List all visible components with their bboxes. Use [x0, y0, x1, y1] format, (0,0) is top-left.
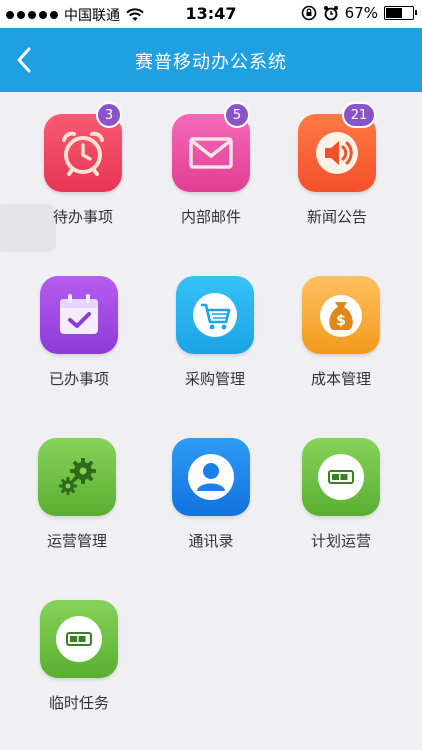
- app-icon-cost: $: [302, 276, 380, 354]
- battery-percent: 67%: [344, 4, 378, 22]
- app-label: 新闻公告: [306, 208, 367, 226]
- alarm-icon: [323, 6, 338, 21]
- app-label: 成本管理: [310, 370, 371, 388]
- nav-bar: 赛普移动办公系统: [0, 28, 422, 92]
- app-icon-purchase: [176, 276, 254, 354]
- app-label: 通讯录: [188, 532, 234, 550]
- app-tile-done[interactable]: 已办事项: [20, 276, 140, 426]
- app-icon-plan: [302, 438, 380, 516]
- svg-text:$: $: [336, 313, 346, 329]
- gears-icon: [59, 458, 96, 495]
- app-icon-news: 21: [298, 102, 376, 192]
- battery-icon: [384, 6, 417, 20]
- app-grid: 3 待办事项 5 内部邮件 21 新闻公告 已办事项 采购管理 $ 成本管理 运…: [0, 92, 422, 750]
- battery-level: [386, 8, 402, 18]
- envelope-icon: [189, 137, 233, 169]
- app-label: 内部邮件: [180, 208, 241, 226]
- rotation-lock-icon: [301, 5, 316, 21]
- money-bag-icon: $: [320, 295, 362, 337]
- alarm-clock-icon: [62, 131, 104, 176]
- contact-person-icon: [188, 454, 234, 500]
- app-tile-news[interactable]: 21 新闻公告: [278, 102, 398, 264]
- app-tile-purchase[interactable]: 采购管理: [156, 276, 276, 426]
- app-tile-mail[interactable]: 5 内部邮件: [152, 102, 272, 264]
- app-tile-todo[interactable]: 3 待办事项: [24, 102, 144, 264]
- calendar-check-icon: [60, 294, 98, 334]
- shopping-cart-icon: [193, 293, 237, 337]
- app-tile-cost[interactable]: $ 成本管理: [282, 276, 402, 426]
- app-icon-contacts: [172, 438, 250, 516]
- app-icon-ops: [38, 438, 116, 516]
- app-label: 已办事项: [48, 370, 109, 388]
- app-screen: 中国联通 13:47 67% 赛普移动办公系统 3 待办事项 5 内部邮件 21…: [0, 0, 422, 750]
- page-title: 赛普移动办公系统: [135, 52, 287, 73]
- app-tile-ops[interactable]: 运营管理: [18, 438, 138, 588]
- app-icon-done: [40, 276, 118, 354]
- notification-badge: 3: [96, 102, 122, 128]
- speaker-icon: [316, 132, 358, 174]
- status-right: 67%: [301, 4, 417, 22]
- notification-badge: 5: [224, 102, 250, 128]
- app-label: 运营管理: [46, 532, 107, 550]
- app-label: 临时任务: [48, 694, 109, 712]
- app-label: 采购管理: [184, 370, 245, 388]
- app-label: 计划运营: [310, 532, 371, 550]
- app-icon-mail: 5: [172, 102, 250, 192]
- status-bar: 中国联通 13:47 67%: [0, 0, 422, 28]
- notification-badge: 21: [342, 102, 376, 128]
- progress-bar-icon: [56, 616, 102, 662]
- app-tile-contacts[interactable]: 通讯录: [152, 438, 272, 588]
- progress-bar-icon: [318, 454, 364, 500]
- app-tile-plan[interactable]: 计划运营: [282, 438, 402, 588]
- app-tile-temp[interactable]: 临时任务: [20, 600, 140, 750]
- app-icon-todo: 3: [44, 102, 122, 192]
- app-label: 待办事项: [52, 208, 113, 226]
- app-icon-temp: [40, 600, 118, 678]
